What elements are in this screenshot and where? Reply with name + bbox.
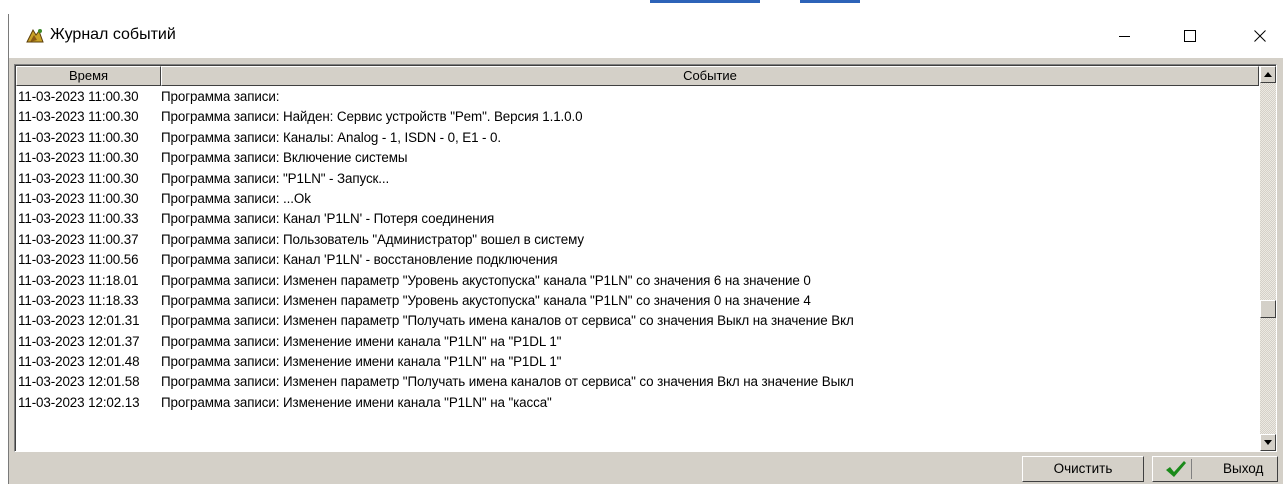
row-event: Программа записи: Найден: Сервис устройс… xyxy=(161,109,583,125)
button-divider xyxy=(1191,459,1192,479)
row-time: 11-03-2023 11:00.37 xyxy=(18,231,139,247)
row-event: Программа записи: ...Ok xyxy=(161,190,311,206)
background-window-edge xyxy=(800,0,860,3)
row-time: 11-03-2023 12:01.31 xyxy=(18,313,140,329)
row-event: Программа записи: Пользователь "Админист… xyxy=(161,231,584,247)
row-event: Программа записи: Канал 'P1LN' - восстан… xyxy=(161,252,558,268)
row-time: 11-03-2023 12:02.13 xyxy=(18,394,140,410)
row-event: Программа записи: Включение системы xyxy=(161,150,408,166)
maximize-icon xyxy=(1184,30,1196,42)
exit-button-label: Выход xyxy=(1223,461,1264,476)
row-time: 11-03-2023 11:18.33 xyxy=(18,292,139,308)
clear-button-label: Очистить xyxy=(1053,461,1113,476)
row-time: 11-03-2023 11:00.30 xyxy=(18,150,139,166)
title-bar[interactable]: Журнал событий xyxy=(9,14,1283,58)
table-row[interactable]: 11-03-2023 12:02.13 Программа записи: Изм… xyxy=(16,393,1259,413)
row-event: Программа записи: Изменение имени канала… xyxy=(161,354,562,370)
row-event: Программа записи: Изменен параметр "Уров… xyxy=(161,292,811,308)
row-time: 11-03-2023 11:00.30 xyxy=(18,109,139,125)
app-icon xyxy=(26,28,44,43)
row-time: 11-03-2023 12:01.37 xyxy=(18,333,140,349)
row-time: 11-03-2023 12:01.48 xyxy=(18,354,140,370)
event-list[interactable]: Время Событие 11-03-2023 11:00.30 Програм… xyxy=(14,64,1277,452)
row-time: 11-03-2023 11:18.01 xyxy=(18,272,139,288)
list-header: Время Событие xyxy=(16,66,1259,86)
table-row[interactable]: 11-03-2023 11:00.56 Программа записи: Кан… xyxy=(16,250,1259,270)
row-time: 11-03-2023 11:00.56 xyxy=(18,252,139,268)
row-time: 11-03-2023 11:00.30 xyxy=(18,89,139,104)
list-rows: 11-03-2023 11:00.30 Программа записи: 11-0… xyxy=(16,87,1259,451)
minimize-icon xyxy=(1119,36,1130,37)
row-event: Программа записи: Изменен параметр "Уров… xyxy=(161,272,811,288)
close-button[interactable] xyxy=(1237,14,1283,58)
arrow-up-icon xyxy=(1264,72,1272,77)
minimize-button[interactable] xyxy=(1102,14,1148,58)
event-log-window: Журнал событий Время Событие 11-03-2023 … xyxy=(8,14,1283,484)
checkmark-icon xyxy=(1166,461,1186,477)
clear-button[interactable]: Очистить xyxy=(1022,456,1144,482)
column-header-time[interactable]: Время xyxy=(16,66,161,86)
table-row[interactable]: 11-03-2023 11:00.30 Программа записи: Вкл… xyxy=(16,148,1259,168)
table-row[interactable]: 11-03-2023 11:00.30 Программа записи: ...… xyxy=(16,189,1259,209)
table-row[interactable]: 11-03-2023 12:01.48 Программа записи: Изм… xyxy=(16,352,1259,372)
table-row[interactable]: 11-03-2023 11:00.30 Программа записи: Кан… xyxy=(16,128,1259,148)
table-row[interactable]: 11-03-2023 11:00.37 Программа записи: Пол… xyxy=(16,230,1259,250)
row-event: Программа записи: Канал 'P1LN' - Потеря … xyxy=(161,211,495,227)
row-event: Программа записи: Изменен параметр "Полу… xyxy=(161,374,854,390)
exit-button[interactable]: Выход xyxy=(1152,456,1278,482)
table-row[interactable]: 11-03-2023 11:18.33 Программа записи: Изм… xyxy=(16,291,1259,311)
table-row[interactable]: 11-03-2023 12:01.31 Программа записи: Изм… xyxy=(16,311,1259,331)
row-time: 11-03-2023 11:00.30 xyxy=(18,170,139,186)
row-time: 11-03-2023 12:01.58 xyxy=(18,374,140,390)
table-row[interactable]: 11-03-2023 11:00.30 Программа записи: xyxy=(16,87,1259,107)
maximize-button[interactable] xyxy=(1167,14,1213,58)
table-row[interactable]: 11-03-2023 12:01.37 Программа записи: Изм… xyxy=(16,332,1259,352)
close-icon xyxy=(1254,30,1266,42)
row-event: Программа записи: Изменение имени канала… xyxy=(161,333,562,349)
row-time: 11-03-2023 11:00.30 xyxy=(18,190,139,206)
vertical-scrollbar[interactable] xyxy=(1260,66,1276,451)
table-row[interactable]: 11-03-2023 11:00.30 Программа записи: "P1… xyxy=(16,169,1259,189)
row-event: Программа записи: Каналы: Analog - 1, IS… xyxy=(161,129,501,145)
column-header-event[interactable]: Событие xyxy=(161,66,1259,86)
background-strip xyxy=(0,0,1283,14)
table-row[interactable]: 11-03-2023 11:00.33 Программа записи: Кан… xyxy=(16,209,1259,229)
row-event: Программа записи: Изменен параметр "Полу… xyxy=(161,313,854,329)
window-title: Журнал событий xyxy=(50,26,176,43)
table-row[interactable]: 11-03-2023 11:18.01 Программа записи: Изм… xyxy=(16,271,1259,291)
row-event: Программа записи: xyxy=(161,89,280,104)
scroll-thumb[interactable] xyxy=(1260,300,1276,318)
row-event: Программа записи: Изменение имени канала… xyxy=(161,394,552,410)
window-client-area: Время Событие 11-03-2023 11:00.30 Програм… xyxy=(9,58,1283,484)
background-window-edge xyxy=(650,0,760,3)
table-row[interactable]: 11-03-2023 11:00.30 Программа записи: Най… xyxy=(16,107,1259,127)
scroll-down-button[interactable] xyxy=(1260,434,1276,451)
arrow-down-icon xyxy=(1264,440,1272,445)
row-time: 11-03-2023 11:00.30 xyxy=(18,129,139,145)
row-time: 11-03-2023 11:00.33 xyxy=(18,211,139,227)
scroll-up-button[interactable] xyxy=(1260,66,1276,83)
row-event: Программа записи: "P1LN" - Запуск... xyxy=(161,170,390,186)
table-row[interactable]: 11-03-2023 12:01.58 Программа записи: Изм… xyxy=(16,372,1259,392)
